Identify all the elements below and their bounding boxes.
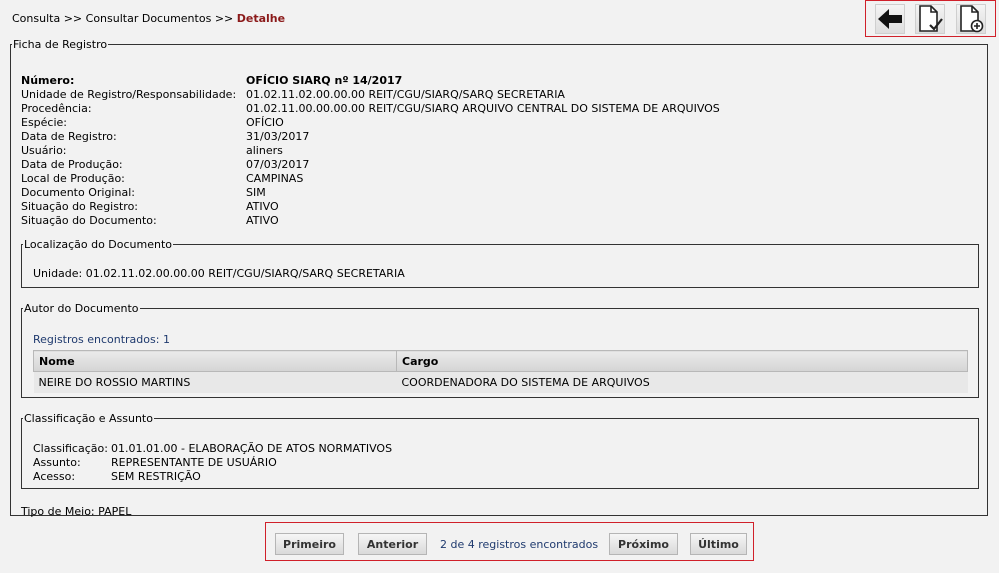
- column-header-nome[interactable]: Nome: [33, 350, 397, 372]
- ficha-de-registro-panel: Ficha de Registro Número: OFÍCIO SIARQ n…: [10, 38, 988, 518]
- breadcrumb: Consulta >> Consultar Documentos >> Deta…: [12, 12, 285, 25]
- field-label: Acesso:: [33, 470, 76, 483]
- field-label: Situação do Documento:: [21, 214, 157, 227]
- localizacao-unidade: Unidade: 01.02.11.02.00.00.00 REIT/CGU/S…: [33, 267, 405, 280]
- breadcrumb-item-consultar-documentos[interactable]: Consultar Documentos: [86, 12, 212, 25]
- field-row-unidade-registro: Unidade de Registro/Responsabilidade: 01…: [21, 88, 720, 102]
- field-value: OFÍCIO SIARQ nº 14/2017: [246, 74, 403, 87]
- field-value: SEM RESTRIÇÃO: [111, 470, 201, 483]
- table-row[interactable]: NEIRE DO ROSSIO MARTINS COORDENADORA DO …: [33, 371, 968, 393]
- field-value: CAMPINAS: [246, 172, 304, 185]
- field-label: Classificação:: [33, 442, 108, 455]
- table-header-row: Nome Cargo: [33, 350, 968, 372]
- field-label: Data de Produção:: [21, 158, 123, 171]
- document-add-icon: [960, 4, 984, 32]
- field-row-acesso: Acesso: SEM RESTRIÇÃO: [33, 470, 392, 484]
- table-cell-cargo: COORDENADORA DO SISTEMA DE ARQUIVOS: [396, 371, 968, 393]
- field-label: Local de Produção:: [21, 172, 125, 185]
- field-row-procedencia: Procedência: 01.02.11.00.00.00.00 REIT/C…: [21, 102, 720, 116]
- field-value: 01.02.11.02.00.00.00 REIT/CGU/SIARQ/SARQ…: [246, 88, 565, 101]
- field-row-documento-original: Documento Original: SIM: [21, 186, 720, 200]
- records-count: Registros encontrados: 1: [33, 333, 170, 346]
- field-label: Documento Original:: [21, 186, 135, 199]
- field-row-situacao-registro: Situação do Registro: ATIVO: [21, 200, 720, 214]
- ficha-fields: Número: OFÍCIO SIARQ nº 14/2017 Unidade …: [21, 74, 720, 228]
- field-row-local-producao: Local de Produção: CAMPINAS: [21, 172, 720, 186]
- field-label: Unidade de Registro/Responsabilidade:: [21, 88, 237, 101]
- field-label: Situação do Registro:: [21, 200, 139, 213]
- field-label: Procedência:: [21, 102, 92, 115]
- field-value: REPRESENTANTE DE USUÁRIO: [111, 456, 277, 469]
- field-label: Assunto:: [33, 456, 81, 469]
- table-cell-nome: NEIRE DO ROSSIO MARTINS: [33, 371, 397, 393]
- field-value: aliners: [246, 144, 283, 157]
- next-page-button[interactable]: Próximo: [609, 533, 678, 555]
- field-label: Espécie:: [21, 116, 68, 129]
- pagination: Primeiro Anterior 2 de 4 registros encon…: [265, 522, 754, 561]
- localizacao-legend: Localização do Documento: [24, 238, 173, 251]
- localizacao-panel: Localização do Documento Unidade: 01.02.…: [21, 238, 979, 288]
- confirm-document-button[interactable]: [915, 3, 946, 34]
- breadcrumb-separator: >>: [63, 12, 83, 25]
- field-value: SIM: [246, 186, 266, 199]
- unidade-value: 01.02.11.02.00.00.00 REIT/CGU/SIARQ/SARQ…: [85, 267, 405, 280]
- tipo-value: PAPEL: [98, 505, 132, 518]
- field-value: 07/03/2017: [246, 158, 310, 171]
- field-row-data-registro: Data de Registro: 31/03/2017: [21, 130, 720, 144]
- field-label: Data de Registro:: [21, 130, 117, 143]
- breadcrumb-current: Detalhe: [236, 12, 286, 25]
- field-row-assunto: Assunto: REPRESENTANTE DE USUÁRIO: [33, 456, 392, 470]
- field-label: Usuário:: [21, 144, 67, 157]
- first-page-button[interactable]: Primeiro: [275, 533, 344, 555]
- field-value: 01.02.11.00.00.00.00 REIT/CGU/SIARQ ARQU…: [246, 102, 720, 115]
- field-row-data-producao: Data de Produção: 07/03/2017: [21, 158, 720, 172]
- field-row-situacao-documento: Situação do Documento: ATIVO: [21, 214, 720, 228]
- unidade-label: Unidade:: [33, 267, 83, 280]
- document-check-icon: [919, 4, 944, 32]
- column-header-cargo[interactable]: Cargo: [396, 350, 968, 372]
- toolbar: [865, 0, 996, 37]
- field-value: ATIVO: [246, 200, 279, 213]
- back-button[interactable]: [875, 3, 906, 34]
- last-page-button[interactable]: Último: [690, 533, 747, 555]
- arrow-left-icon: [878, 8, 903, 29]
- top-bar: Consulta >> Consultar Documentos >> Deta…: [0, 0, 999, 37]
- pagination-info: 2 de 4 registros encontrados: [440, 538, 599, 551]
- autor-table: Nome Cargo NEIRE DO ROSSIO MARTINS COORD…: [33, 350, 968, 393]
- classificacao-fields: Classificação: 01.01.01.00 - ELABORAÇÃO …: [33, 442, 392, 484]
- field-row-classificacao: Classificação: 01.01.01.00 - ELABORAÇÃO …: [33, 442, 392, 456]
- classificacao-panel: Classificação e Assunto Classificação: 0…: [21, 412, 979, 489]
- field-value: 31/03/2017: [246, 130, 310, 143]
- field-value: 01.01.01.00 - ELABORAÇÃO DE ATOS NORMATI…: [111, 442, 393, 455]
- field-row-numero: Número: OFÍCIO SIARQ nº 14/2017: [21, 74, 720, 88]
- tipo-de-meio: Tipo de Meio: PAPEL: [21, 505, 131, 518]
- field-row-usuario: Usuário: aliners: [21, 144, 720, 158]
- classificacao-legend: Classificação e Assunto: [24, 412, 153, 425]
- breadcrumb-item-consulta[interactable]: Consulta: [12, 12, 60, 25]
- tipo-label: Tipo de Meio:: [21, 505, 95, 518]
- autor-legend: Autor do Documento: [24, 302, 139, 315]
- field-row-especie: Espécie: OFÍCIO: [21, 116, 720, 130]
- new-document-button[interactable]: [955, 3, 986, 34]
- autor-panel: Autor do Documento Registros encontrados…: [21, 302, 979, 398]
- breadcrumb-separator: >>: [214, 12, 234, 25]
- field-value: ATIVO: [246, 214, 279, 227]
- previous-page-button[interactable]: Anterior: [358, 533, 427, 555]
- ficha-legend: Ficha de Registro: [13, 38, 108, 51]
- field-value: OFÍCIO: [246, 116, 284, 129]
- field-label: Número:: [21, 74, 75, 87]
